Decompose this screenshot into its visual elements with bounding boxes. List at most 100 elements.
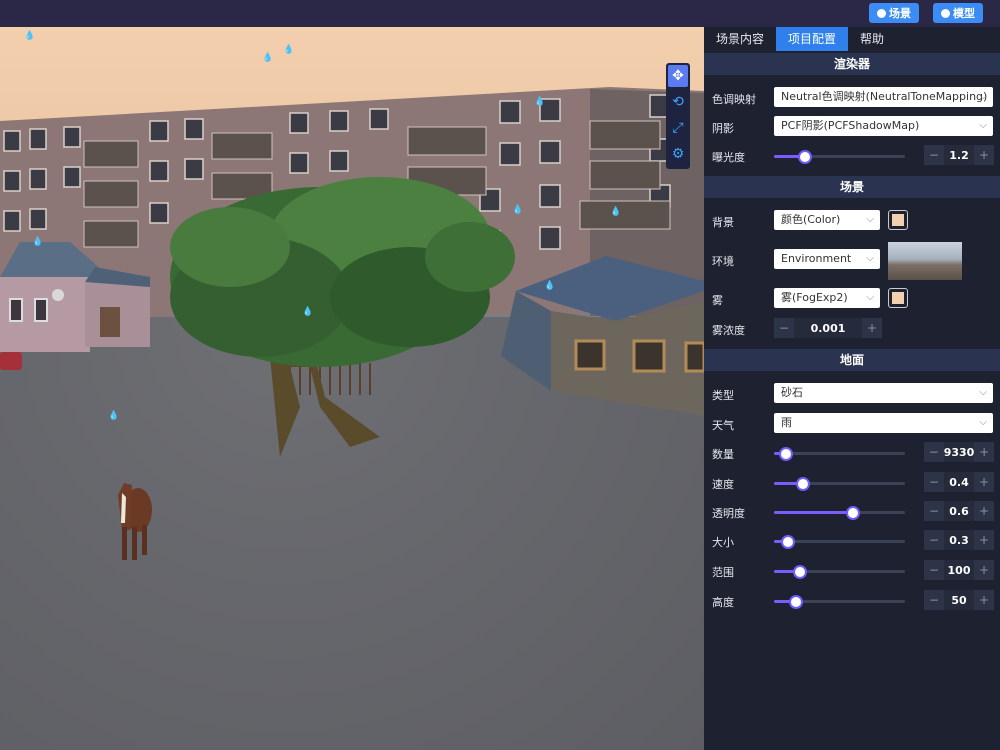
weather-label: 天气 [712,419,734,432]
decrement-button[interactable]: − [924,442,944,462]
opacity-stepper: − 0.6 + [924,501,994,521]
tab-help[interactable]: 帮助 [848,27,896,51]
raindrop: 💧 [24,31,36,41]
tree [170,177,515,457]
cottage-left [0,242,150,352]
move-icon[interactable]: ✥ [668,65,688,87]
exposure-slider[interactable] [774,150,905,164]
raindrop: 💧 [283,45,295,55]
range-value[interactable]: 100 [944,564,974,577]
fog-color-swatch[interactable] [888,288,908,308]
increment-button[interactable]: + [862,318,882,338]
shadow-select[interactable]: PCF阴影(PCFShadowMap) ⌵ [774,116,993,136]
tone-mapping-row: 色调映射 Neutral色调映射(NeutralToneMapping) ⌵ [704,87,1000,109]
model-button[interactable]: 模型 [933,3,983,23]
scene-button[interactable]: 场景 [869,3,919,23]
decrement-button[interactable]: − [924,145,944,165]
settings-icon[interactable]: ⚙ [668,143,688,165]
ground-type-row: 类型 砂石 ⌵ [704,383,1000,405]
section-renderer: 渲染器 [704,53,1000,75]
range-slider[interactable] [774,565,905,579]
speed-slider[interactable] [774,477,905,491]
speed-value[interactable]: 0.4 [944,476,974,489]
height-stepper: − 50 + [924,590,994,610]
scene-icon [877,8,886,18]
chevron-down-icon: ⌵ [979,91,987,102]
exposure-slider-knob[interactable] [798,150,813,164]
fog-density-row: 雾浓度 − 0.001 + [704,318,1000,340]
count-value[interactable]: 9330 [944,446,975,459]
height-label: 高度 [712,596,734,609]
background-color-swatch[interactable] [888,210,908,230]
opacity-value[interactable]: 0.6 [944,505,974,518]
exposure-value[interactable]: 1.2 [944,149,974,162]
increment-button[interactable]: + [974,145,994,165]
section-ground: 地面 [704,349,1000,371]
size-row: 大小 − 0.3 + [704,530,1000,552]
speed-label: 速度 [712,478,734,491]
decrement-button[interactable]: − [924,560,944,580]
raindrop: 💧 [302,307,314,317]
3d-viewport[interactable]: 💧 💧 💧 💧 💧 💧 💧 💧 💧 💧 ✥ ⟲ ⤢ ⚙ [0,27,704,750]
increment-button[interactable]: + [974,472,994,492]
increment-button[interactable]: + [974,530,994,550]
environment-row: 环境 Environment ⌵ [704,242,1000,280]
weather-select[interactable]: 雨 ⌵ [774,413,993,433]
increment-button[interactable]: + [974,560,994,580]
opacity-slider-fill [774,511,853,514]
tone-mapping-select[interactable]: Neutral色调映射(NeutralToneMapping) ⌵ [774,87,993,107]
height-value[interactable]: 50 [944,594,974,607]
top-bar: 场景 模型 [0,0,1000,27]
range-slider-knob[interactable] [793,565,808,579]
fog-density-label: 雾浓度 [712,324,745,337]
speed-slider-knob[interactable] [795,477,810,491]
horse [118,483,152,560]
height-slider-knob[interactable] [789,595,804,609]
environment-thumbnail[interactable] [888,242,962,280]
tab-project-config[interactable]: 项目配置 [776,27,849,51]
background-select[interactable]: 颜色(Color) ⌵ [774,210,880,230]
rotate-icon[interactable]: ⟲ [668,91,688,113]
increment-button[interactable]: + [974,590,994,610]
count-slider-knob[interactable] [778,447,793,461]
increment-button[interactable]: + [974,442,994,462]
raindrop: 💧 [108,411,120,421]
decrement-button[interactable]: − [924,472,944,492]
count-row: 数量 − 9330 + [704,442,1000,464]
tab-scene-content[interactable]: 场景内容 [704,27,776,51]
decrement-button[interactable]: − [924,530,944,550]
size-slider-knob[interactable] [781,535,796,549]
raindrop: 💧 [32,237,44,247]
range-row: 范围 − 100 + [704,560,1000,582]
shadow-label: 阴影 [712,122,734,135]
exposure-row: 曝光度 − 1.2 + [704,145,1000,167]
size-value[interactable]: 0.3 [944,534,974,547]
range-label: 范围 [712,566,734,579]
height-slider[interactable] [774,595,905,609]
model-icon [941,8,950,18]
exposure-label: 曝光度 [712,151,745,164]
fog-row: 雾 雾(FogExp2) ⌵ [704,288,1000,310]
decrement-button[interactable]: − [924,590,944,610]
chevron-down-icon: ⌵ [979,417,987,428]
size-slider[interactable] [774,535,905,549]
fog-select[interactable]: 雾(FogExp2) ⌵ [774,288,880,308]
decrement-button[interactable]: − [924,501,944,521]
environment-label: 环境 [712,255,734,268]
count-slider[interactable] [774,447,905,461]
raindrop: 💧 [534,97,546,107]
wooden-house [501,256,704,416]
opacity-slider[interactable] [774,506,905,520]
ground-type-select[interactable]: 砂石 ⌵ [774,383,993,403]
raindrop: 💧 [512,205,524,215]
weather-row: 天气 雨 ⌵ [704,413,1000,435]
scale-icon[interactable]: ⤢ [668,117,688,139]
fog-density-value[interactable]: 0.001 [794,322,862,335]
speed-row: 速度 − 0.4 + [704,472,1000,494]
chevron-down-icon: ⌵ [866,214,874,225]
decrement-button[interactable]: − [774,318,794,338]
background-row: 背景 颜色(Color) ⌵ [704,210,1000,232]
environment-select[interactable]: Environment ⌵ [774,249,880,269]
opacity-slider-knob[interactable] [845,506,860,520]
increment-button[interactable]: + [974,501,994,521]
